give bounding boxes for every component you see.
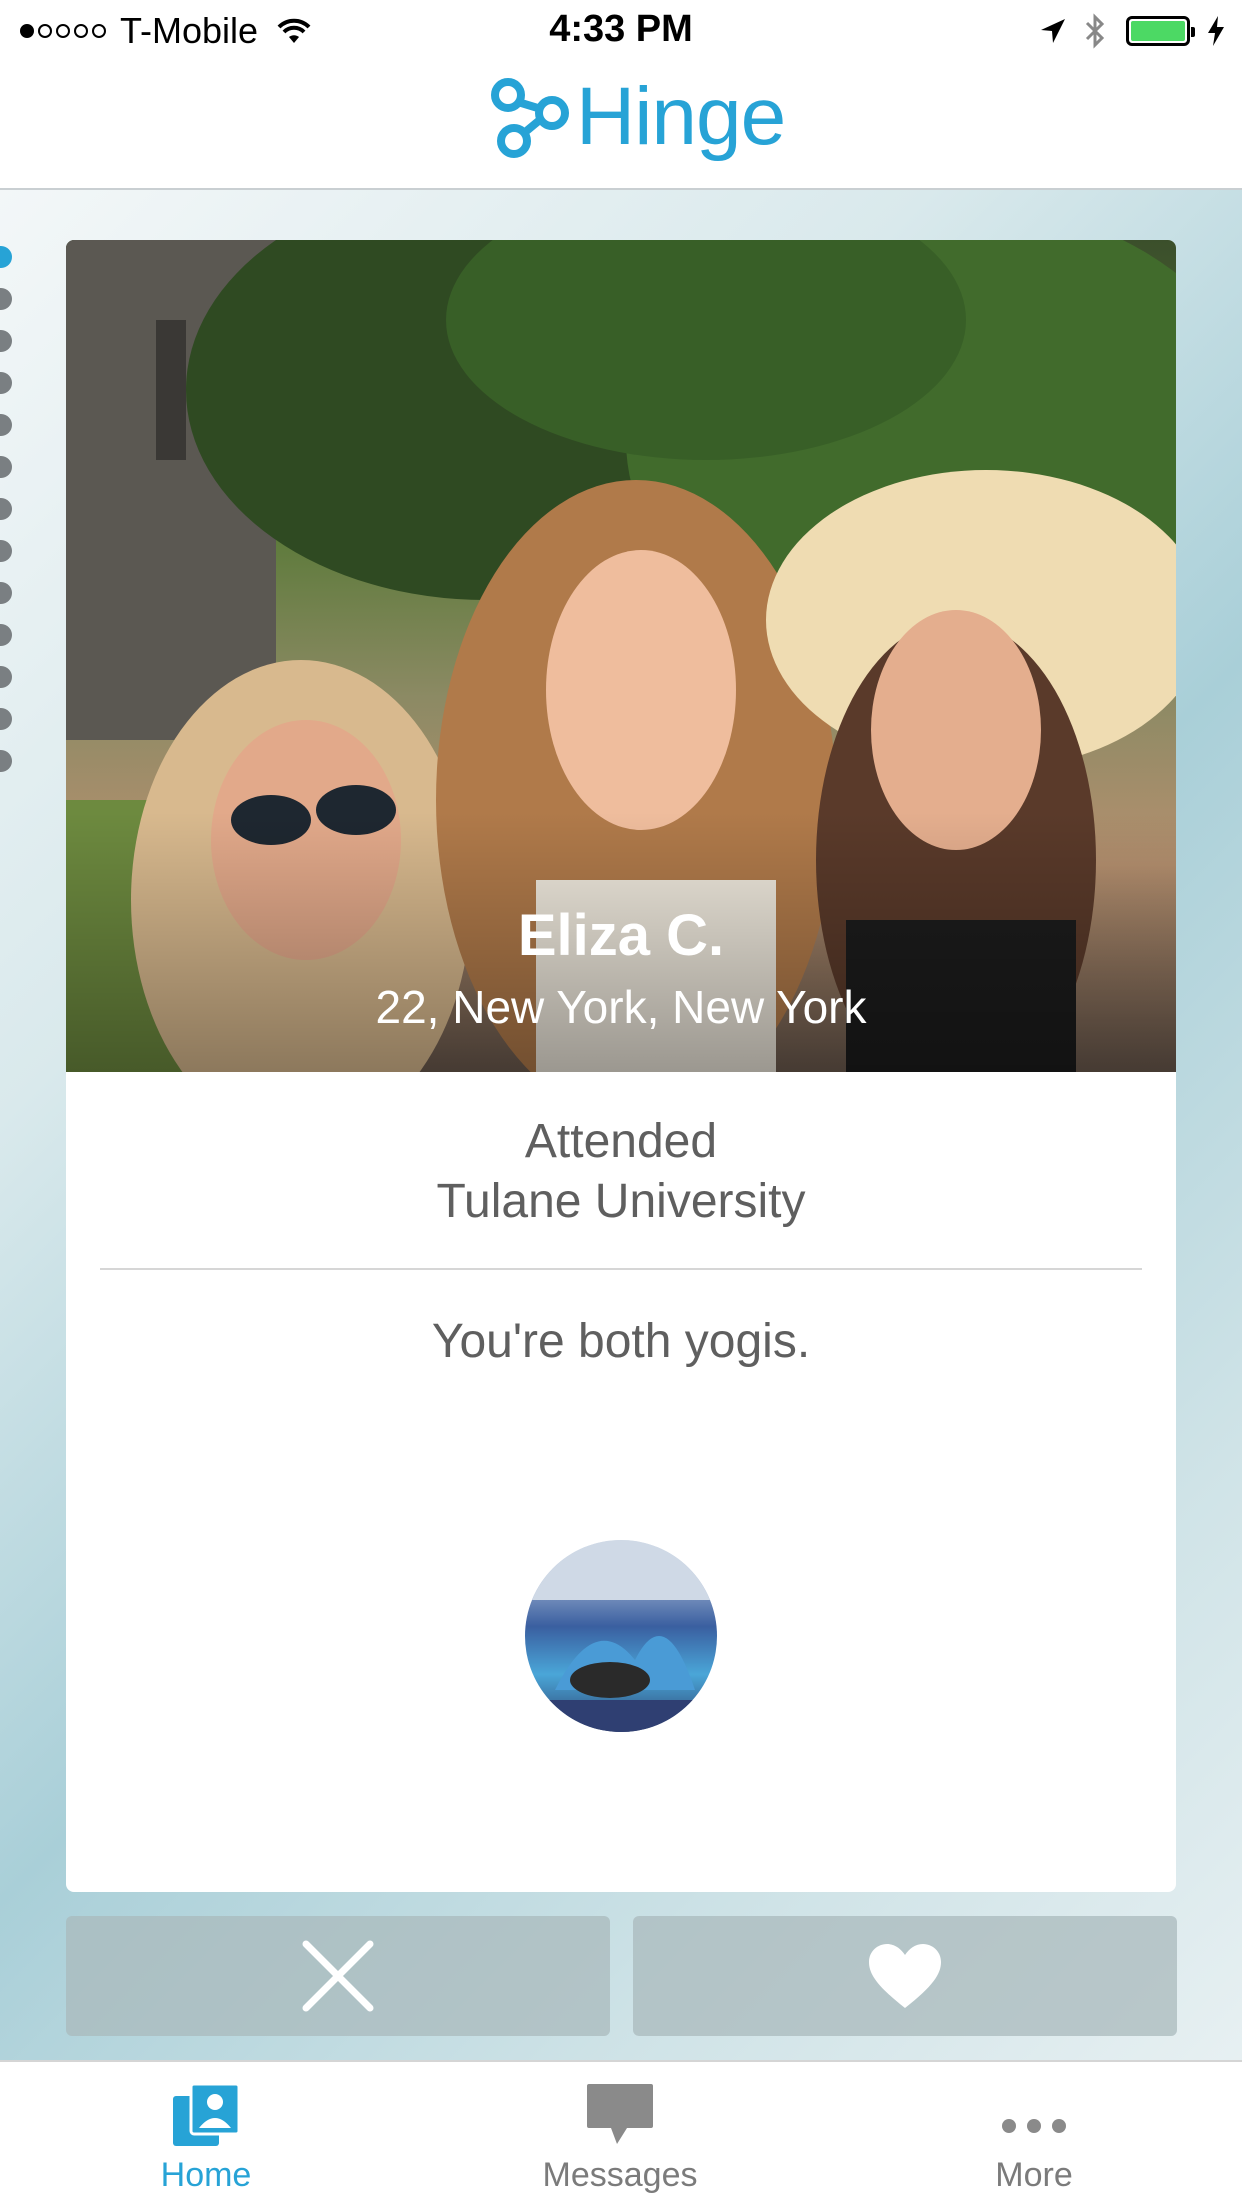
more-dots-icon	[1002, 2119, 1066, 2133]
close-icon	[302, 1940, 374, 2012]
pager-dot[interactable]	[0, 750, 12, 772]
shared-interest-photo[interactable]	[525, 1540, 717, 1732]
profile-pager	[0, 246, 12, 792]
hinge-logo-mark-icon	[491, 78, 569, 158]
education-info: Attended Tulane University	[66, 1072, 1176, 1232]
like-button[interactable]	[633, 1916, 1177, 2036]
heart-icon	[869, 1944, 941, 2008]
main-content: Eliza C. 22, New York, New York Attended…	[0, 190, 1242, 2060]
app-header: Hinge	[0, 62, 1242, 190]
logo-text: Hinge	[576, 71, 786, 162]
home-cards-icon	[173, 2082, 241, 2146]
chat-bubble-icon	[587, 2084, 653, 2144]
profile-age-location: 22, New York, New York	[375, 981, 867, 1033]
pager-dot[interactable]	[0, 498, 12, 520]
tab-home[interactable]: Home	[56, 2062, 356, 2208]
pager-dot[interactable]	[0, 330, 12, 352]
pager-dot[interactable]	[0, 372, 12, 394]
tab-more[interactable]: More	[884, 2062, 1184, 2208]
tab-messages-label: Messages	[542, 2156, 698, 2194]
profile-name: Eliza C.	[517, 903, 725, 968]
tab-messages[interactable]: Messages	[470, 2062, 770, 2208]
education-label: Attended	[524, 1115, 718, 1168]
education-school: Tulane University	[436, 1175, 806, 1228]
pass-button[interactable]	[66, 1916, 610, 2036]
pager-dot[interactable]	[0, 288, 12, 310]
pager-dot[interactable]	[0, 540, 12, 562]
tab-bar: Home Messages More	[0, 2060, 1242, 2208]
status-bar: T-Mobile 4:33 PM	[0, 0, 1242, 62]
hinge-logo: Hinge	[488, 70, 786, 164]
location-arrow-icon	[1041, 19, 1065, 43]
profile-photo[interactable]: Eliza C. 22, New York, New York	[66, 240, 1176, 1072]
pager-dot[interactable]	[0, 708, 12, 730]
battery-icon	[1126, 16, 1195, 46]
pager-dot[interactable]	[0, 624, 12, 646]
pager-dot[interactable]	[0, 246, 12, 268]
card-divider	[100, 1268, 1142, 1270]
pager-dot[interactable]	[0, 582, 12, 604]
pager-dot[interactable]	[0, 666, 12, 688]
bluetooth-icon	[1085, 13, 1105, 49]
shared-interest-text: You're both yogis.	[431, 1315, 811, 1368]
pager-dot[interactable]	[0, 456, 12, 478]
tab-home-label: Home	[160, 2156, 252, 2194]
pager-dot[interactable]	[0, 414, 12, 436]
charging-bolt-icon	[1208, 16, 1224, 46]
yoga-photo-illustration	[525, 1540, 717, 1732]
profile-card[interactable]: Eliza C. 22, New York, New York Attended…	[66, 240, 1176, 1892]
tab-more-label: More	[995, 2156, 1073, 2194]
